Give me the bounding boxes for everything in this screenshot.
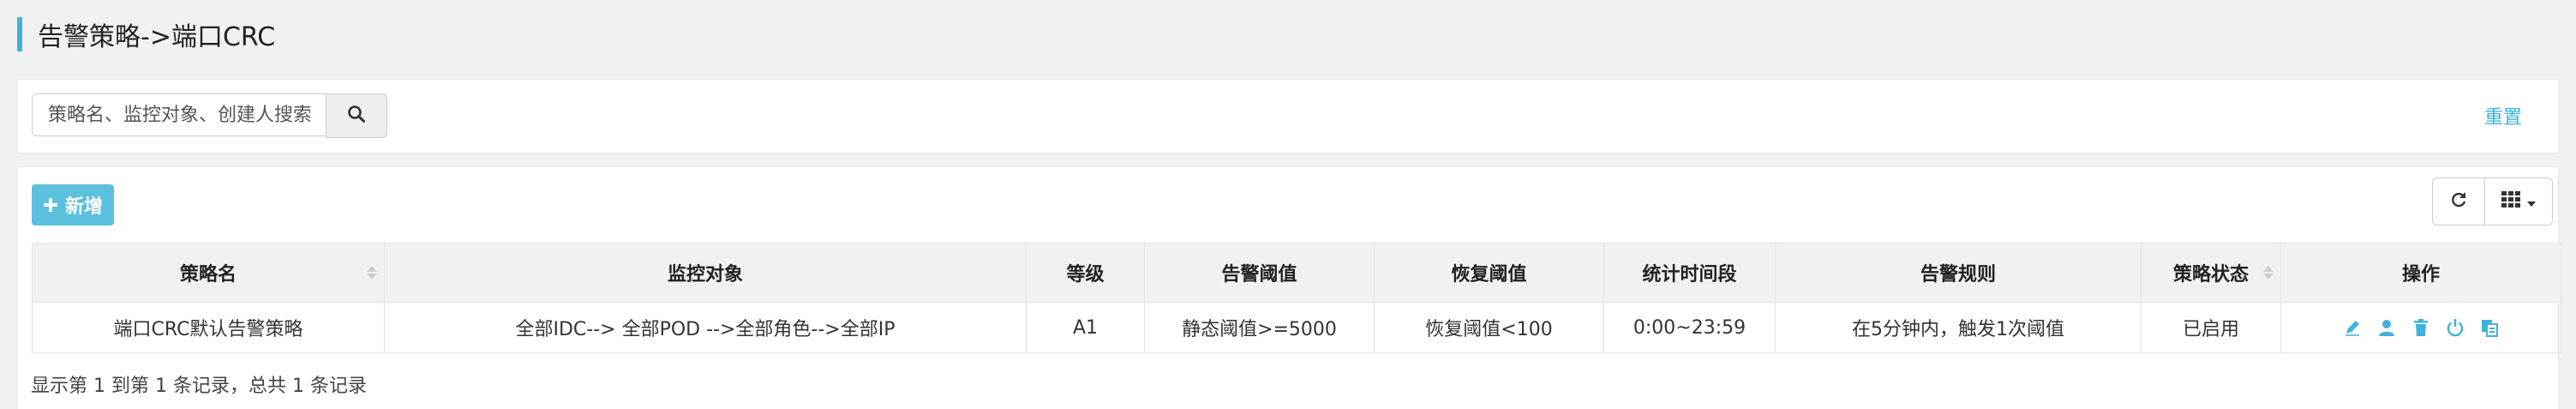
caret-down-icon bbox=[2527, 194, 2536, 210]
trash-icon[interactable] bbox=[2411, 318, 2430, 337]
column-header-target: 监控对象 bbox=[384, 243, 1027, 303]
refresh-button[interactable] bbox=[2432, 177, 2485, 226]
cell-alarm-threshold: 静态阈值>=5000 bbox=[1144, 302, 1375, 353]
sort-icon bbox=[2263, 266, 2273, 280]
plus-icon bbox=[43, 193, 58, 217]
column-header-status[interactable]: 策略状态 bbox=[2141, 243, 2281, 303]
table-tools bbox=[2432, 177, 2553, 226]
table-panel: 新增 策略名 监控对象 等级 告警阈值 恢复阈值 统计时间段 告警规则 策略状态… bbox=[17, 166, 2561, 409]
column-header-level: 等级 bbox=[1026, 243, 1145, 303]
table-row: 端口CRC默认告警策略 全部IDC--> 全部POD -->全部角色-->全部I… bbox=[32, 302, 2561, 353]
cell-recover-threshold: 恢复阈值<100 bbox=[1374, 302, 1604, 353]
search-input[interactable] bbox=[32, 93, 326, 136]
edit-icon[interactable] bbox=[2343, 318, 2362, 337]
column-header-rule: 告警规则 bbox=[1775, 243, 2142, 303]
sort-icon bbox=[367, 266, 377, 280]
cell-status: 已启用 bbox=[2141, 302, 2281, 353]
column-header-recover-threshold: 恢复阈值 bbox=[1374, 243, 1604, 303]
page-title: 告警策略->端口CRC bbox=[38, 22, 276, 52]
copy-icon[interactable] bbox=[2480, 318, 2499, 337]
cell-level: A1 bbox=[1026, 302, 1145, 353]
refresh-icon bbox=[2449, 190, 2468, 213]
user-icon[interactable] bbox=[2377, 318, 2396, 337]
row-actions bbox=[2282, 318, 2560, 337]
pagination-summary: 显示第 1 到第 1 条记录，总共 1 条记录 bbox=[31, 376, 367, 397]
strategy-table: 策略名 监控对象 等级 告警阈值 恢复阈值 统计时间段 告警规则 策略状态 操作… bbox=[32, 243, 2561, 353]
columns-icon bbox=[2501, 191, 2520, 212]
column-header-time-range: 统计时间段 bbox=[1603, 243, 1776, 303]
cell-actions bbox=[2280, 302, 2561, 353]
cell-name: 端口CRC默认告警策略 bbox=[32, 302, 385, 353]
cell-time-range: 0:00~23:59 bbox=[1603, 302, 1776, 353]
cell-rule: 在5分钟内，触发1次阈值 bbox=[1775, 302, 2142, 353]
search-panel: 重置 bbox=[17, 79, 2559, 153]
page-title-bar: 告警策略->端口CRC bbox=[17, 17, 276, 52]
power-icon[interactable] bbox=[2446, 318, 2465, 337]
search-box bbox=[32, 93, 387, 138]
column-header-alarm-threshold: 告警阈值 bbox=[1144, 243, 1375, 303]
search-button[interactable] bbox=[326, 93, 387, 138]
add-button[interactable]: 新增 bbox=[32, 184, 114, 226]
columns-toggle-button[interactable] bbox=[2485, 177, 2553, 226]
table-header-row: 策略名 监控对象 等级 告警阈值 恢复阈值 统计时间段 告警规则 策略状态 操作 bbox=[32, 243, 2561, 303]
reset-link[interactable]: 重置 bbox=[2484, 102, 2522, 129]
add-button-label: 新增 bbox=[64, 196, 103, 218]
search-icon bbox=[347, 105, 366, 127]
column-header-name[interactable]: 策略名 bbox=[32, 243, 385, 303]
column-header-actions: 操作 bbox=[2280, 243, 2561, 303]
cell-target: 全部IDC--> 全部POD -->全部角色-->全部IP bbox=[384, 302, 1027, 353]
